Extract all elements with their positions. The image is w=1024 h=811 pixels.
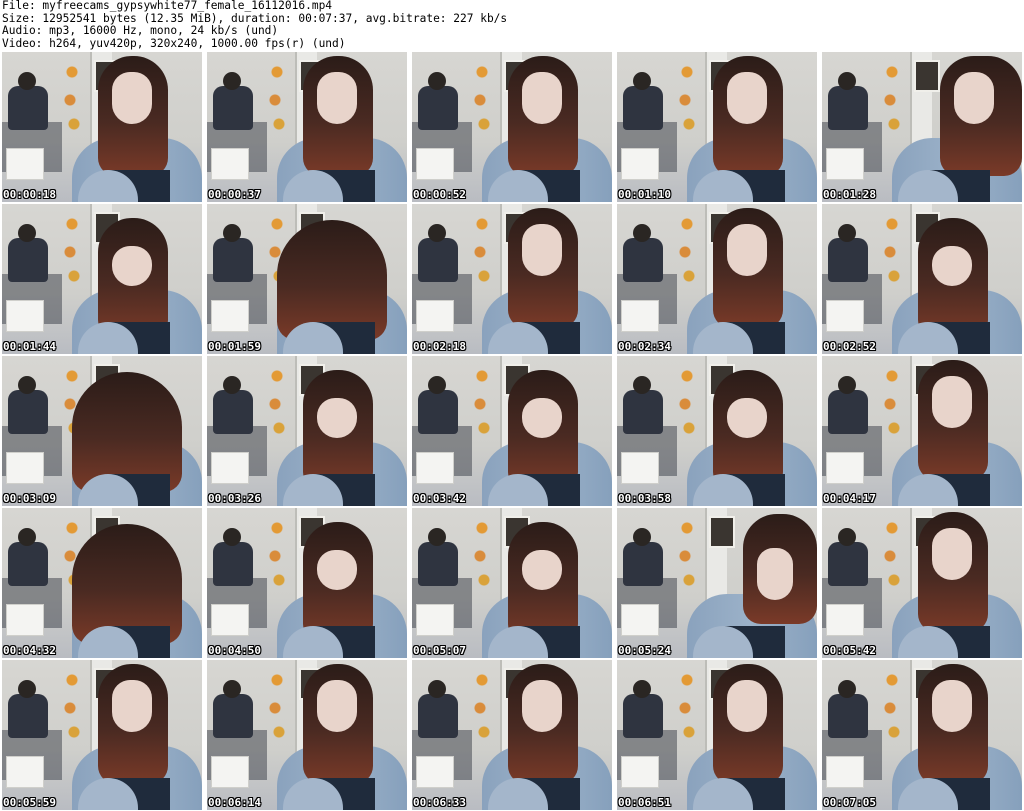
video-thumbnail: 00:01:28 — [822, 52, 1022, 202]
video-info-line: Video: h264, yuv420p, 320x240, 1000.00 f… — [2, 36, 346, 50]
file-name-line: File: myfreecams_gypsywhite77_female_161… — [2, 0, 333, 12]
video-thumbnail: 00:06:33 — [412, 660, 612, 810]
thumbnail-timestamp: 00:03:26 — [208, 492, 261, 505]
thumbnail-timestamp: 00:01:10 — [618, 188, 671, 201]
video-thumbnail: 00:00:37 — [207, 52, 407, 202]
video-thumbnail: 00:00:18 — [2, 52, 202, 202]
thumbnail-timestamp: 00:00:52 — [413, 188, 466, 201]
thumbnail-timestamp: 00:06:33 — [413, 796, 466, 809]
thumbnail-timestamp: 00:01:28 — [823, 188, 876, 201]
thumbnail-timestamp: 00:03:09 — [3, 492, 56, 505]
thumbnail-timestamp: 00:04:50 — [208, 644, 261, 657]
video-thumbnail: 00:05:07 — [412, 508, 612, 658]
thumbnail-timestamp: 00:02:34 — [618, 340, 671, 353]
thumbnail-timestamp: 00:05:59 — [3, 796, 56, 809]
video-thumbnail: 00:04:17 — [822, 356, 1022, 506]
thumbnail-grid: 00:00:18 00:00:37 00:00:52 00:01:10 00:0… — [2, 52, 1022, 810]
video-thumbnail: 00:05:24 — [617, 508, 817, 658]
video-thumbnail: 00:06:51 — [617, 660, 817, 810]
thumbnail-timestamp: 00:05:42 — [823, 644, 876, 657]
thumbnail-timestamp: 00:07:05 — [823, 796, 876, 809]
file-info-header: File: myfreecams_gypsywhite77_female_161… — [2, 0, 1022, 52]
audio-info-line: Audio: mp3, 16000 Hz, mono, 24 kb/s (und… — [2, 24, 279, 38]
thumbnail-timestamp: 00:00:37 — [208, 188, 261, 201]
thumbnail-timestamp: 00:01:59 — [208, 340, 261, 353]
video-thumbnail: 00:03:09 — [2, 356, 202, 506]
thumbnail-timestamp: 00:01:44 — [3, 340, 56, 353]
video-thumbnail: 00:06:14 — [207, 660, 407, 810]
thumbnail-timestamp: 00:03:42 — [413, 492, 466, 505]
video-thumbnail: 00:05:42 — [822, 508, 1022, 658]
video-thumbnail: 00:03:26 — [207, 356, 407, 506]
thumbnail-timestamp: 00:00:18 — [3, 188, 56, 201]
video-thumbnail: 00:03:58 — [617, 356, 817, 506]
video-thumbnail: 00:02:18 — [412, 204, 612, 354]
video-thumbnail: 00:03:42 — [412, 356, 612, 506]
thumbnail-timestamp: 00:02:52 — [823, 340, 876, 353]
video-thumbnail: 00:01:44 — [2, 204, 202, 354]
thumbnail-timestamp: 00:06:14 — [208, 796, 261, 809]
thumbnail-timestamp: 00:02:18 — [413, 340, 466, 353]
video-thumbnail: 00:01:10 — [617, 52, 817, 202]
thumbnail-timestamp: 00:04:32 — [3, 644, 56, 657]
thumbnail-timestamp: 00:03:58 — [618, 492, 671, 505]
video-thumbnail: 00:05:59 — [2, 660, 202, 810]
thumbnail-timestamp: 00:05:07 — [413, 644, 466, 657]
video-thumbnail: 00:01:59 — [207, 204, 407, 354]
thumbnail-timestamp: 00:06:51 — [618, 796, 671, 809]
video-thumbnail: 00:02:34 — [617, 204, 817, 354]
video-thumbnail: 00:04:50 — [207, 508, 407, 658]
video-thumbnail: 00:04:32 — [2, 508, 202, 658]
thumbnail-timestamp: 00:05:24 — [618, 644, 671, 657]
video-thumbnail: 00:02:52 — [822, 204, 1022, 354]
thumbnail-timestamp: 00:04:17 — [823, 492, 876, 505]
video-thumbnail: 00:07:05 — [822, 660, 1022, 810]
video-thumbnail: 00:00:52 — [412, 52, 612, 202]
